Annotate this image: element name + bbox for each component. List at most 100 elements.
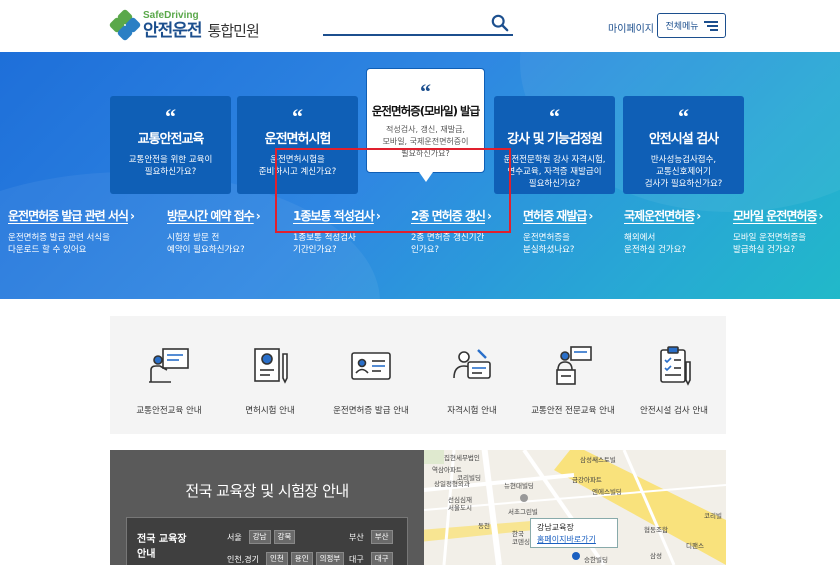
quote-icon: “ xyxy=(678,104,689,129)
highlight-box xyxy=(275,148,511,233)
region-chip[interactable]: 인천 xyxy=(265,552,288,565)
all-menu-button[interactable]: 전체메뉴 xyxy=(657,13,726,38)
site-logo[interactable]: SafeDriving 안전운전 통합민원 xyxy=(108,8,260,42)
card-title: 강사 및 기능검정원 xyxy=(507,132,603,147)
map-label: 코리빌 xyxy=(704,512,722,520)
map-popup-title: 강남교육장 xyxy=(537,523,574,532)
card-desc: 교통안전을 위한 교육이 필요하신가요? xyxy=(128,155,213,177)
map-label: 디팬스 xyxy=(686,542,704,550)
region-chip[interactable]: 용인 xyxy=(290,552,313,565)
service-label: 운전면허증 발급 안내 xyxy=(333,406,409,416)
map-popup: 강남교육장 홈페이지바로가기 xyxy=(530,518,618,548)
service-license-exam[interactable]: 면허시험 안내 xyxy=(220,344,320,416)
service-label: 자격시험 안내 xyxy=(447,406,497,416)
mypage-link[interactable]: 마이페이지 xyxy=(608,20,654,35)
card-traffic-education[interactable]: “ 교통안전교육 교통안전을 위한 교육이 필요하신가요? xyxy=(110,96,231,194)
map-label: 삼성 xyxy=(650,552,662,560)
guide-title: 전국 교육장 및 시험장 안내 xyxy=(185,482,349,500)
region-name: 서울 xyxy=(227,532,242,542)
exam-paper-icon xyxy=(254,348,288,384)
homepage-link[interactable]: 홈페이지바로가기 xyxy=(537,534,611,546)
map-label: 집현세무법인 xyxy=(444,454,480,462)
sub-link-visit-reservation[interactable]: 방문시간 예약 접수 시험장 방문 전 예약이 필요하신가요? xyxy=(167,207,260,256)
sub-link-desc: 해외에서 운전하실 건가요? xyxy=(624,233,686,255)
sub-link-desc: 시험장 방문 전 예약이 필요하신가요? xyxy=(167,233,245,255)
sub-link-reissue[interactable]: 면허증 재발급 운전면허증을 분실하셨나요? xyxy=(523,207,592,256)
map-label: 엔에스빌딩 xyxy=(592,488,622,496)
service-professional-education[interactable]: 교통안전 전문교육 안내 xyxy=(523,344,623,416)
region-name: 인천,경기 xyxy=(227,554,259,564)
sub-link-desc: 운전면허증 발급 관련 서식을 다운로드 할 수 있어요 xyxy=(8,233,110,255)
map-label: 승한빌딩 xyxy=(584,556,608,564)
sub-link-forms[interactable]: 운전면허증 발급 관련 서식 운전면허증 발급 관련 서식을 다운로드 할 수 … xyxy=(8,207,134,256)
search-bar xyxy=(323,12,513,36)
sub-link-title: 모바일 운전면허증 xyxy=(733,207,822,224)
region-busan: 부산 부산 xyxy=(349,530,393,544)
sub-link-title: 방문시간 예약 접수 xyxy=(167,207,260,224)
card-instructor-examiner[interactable]: “ 강사 및 기능검정원 운전전문학원 강사 자격시험, 연수교육, 자격증 재… xyxy=(494,96,615,194)
service-shortcuts: 교통안전교육 안내 면허시험 안내 운전면허증 발급 안내 자격시험 안내 교통… xyxy=(110,316,726,434)
training-center-guide: 전국 교육장 및 시험장 안내 전국 교육장 안내 서울 강남 강북 부산 부산… xyxy=(110,450,424,565)
logo-english-text: SafeDriving xyxy=(143,9,199,21)
card-title: 운전면허증(모바일) 발급 xyxy=(371,104,480,118)
license-card-icon xyxy=(351,352,391,380)
map-label: 동천 xyxy=(478,522,490,530)
map-label: 삼성쌔스토빌 xyxy=(580,456,616,464)
all-menu-label: 전체메뉴 xyxy=(665,22,699,32)
card-title: 운전면허시험 xyxy=(264,132,332,147)
service-label: 안전시설 검사 안내 xyxy=(640,406,708,416)
hamburger-icon xyxy=(703,20,718,31)
location-map[interactable]: 집현세무법인 삼성쌔스토빌 역삼아파트 코리빌딩 뉴현대빌딩 금강아파트 엔에스… xyxy=(424,450,726,565)
region-daegu: 대구 대구 xyxy=(349,552,393,565)
quote-icon: “ xyxy=(549,104,560,129)
logo-korean-text: 안전운전 xyxy=(143,20,203,41)
card-safety-facility[interactable]: “ 안전시설 검사 반사성능검사접수, 교통신호제어기 검사가 필요하신가요? xyxy=(623,96,744,194)
sub-link-desc: 모바일 운전면허증을 발급하실 건가요? xyxy=(733,233,807,255)
card-title: 안전시설 검사 xyxy=(648,132,719,147)
teacher-board-icon xyxy=(149,348,189,383)
map-marker[interactable] xyxy=(572,552,580,560)
region-incheon-gyeonggi: 인천,경기 인천 용인 의정부 xyxy=(227,552,345,565)
search-input[interactable] xyxy=(323,12,483,35)
map-label: 뉴현대빌딩 xyxy=(504,482,534,490)
card-title: 교통안전교육 xyxy=(137,132,205,147)
sub-link-title: 면허증 재발급 xyxy=(523,207,592,224)
region-chip[interactable]: 강북 xyxy=(273,530,296,544)
service-license-issue[interactable]: 운전면허증 발급 안내 xyxy=(321,344,421,416)
map-label: 서울도시 xyxy=(448,504,472,512)
region-selector: 전국 교육장 안내 서울 강남 강북 부산 부산 인천,경기 인천 용인 의정부… xyxy=(126,517,408,565)
map-label: 상일정형외과 xyxy=(434,480,470,488)
header: SafeDriving 안전운전 통합민원 마이페이지 전체메뉴 xyxy=(0,0,840,52)
service-label: 교통안전교육 안내 xyxy=(136,406,202,416)
region-chip[interactable]: 대구 xyxy=(370,552,393,565)
sub-link-desc: 1종보통 적성검사 기간인가요? xyxy=(293,233,356,255)
sub-link-desc: 2종 면허증 갱신기간 인가요? xyxy=(411,233,485,255)
logo-subtitle: 통합민원 xyxy=(207,21,260,40)
service-label: 면허시험 안내 xyxy=(245,406,295,416)
service-qualification-exam[interactable]: 자격시험 안내 xyxy=(422,344,522,416)
region-chip[interactable]: 강남 xyxy=(248,530,271,544)
sub-link-international-license[interactable]: 국제운전면허증 해외에서 운전하실 건가요? xyxy=(624,207,700,256)
service-safety-facility-inspection[interactable]: 안전시설 검사 안내 xyxy=(624,344,724,416)
service-traffic-education[interactable]: 교통안전교육 안내 xyxy=(119,344,219,416)
quote-icon: “ xyxy=(165,104,176,129)
quote-icon: “ xyxy=(292,104,303,129)
card-desc: 반사성능검사접수, 교통신호제어기 검사가 필요하신가요? xyxy=(644,155,723,189)
region-chip[interactable]: 부산 xyxy=(370,530,393,544)
sub-link-title: 운전면허증 발급 관련 서식 xyxy=(8,207,134,224)
region-selector-title: 전국 교육장 안내 xyxy=(137,534,187,560)
lecturer-podium-icon xyxy=(556,346,592,385)
search-icon[interactable] xyxy=(491,14,509,32)
service-label: 교통안전 전문교육 안내 xyxy=(531,406,615,416)
card-desc: 운전전문학원 강사 자격시험, 연수교육, 자격증 재발급이 필요하신가요? xyxy=(503,155,606,189)
region-name: 대구 xyxy=(349,554,364,564)
sub-link-mobile-license[interactable]: 모바일 운전면허증 모바일 운전면허증을 발급하실 건가요? xyxy=(733,207,822,256)
quote-icon: “ xyxy=(420,79,431,104)
map-label: 금강아파트 xyxy=(572,476,602,484)
map-label: 서초그린빌 xyxy=(508,508,538,516)
region-name: 부산 xyxy=(349,532,364,542)
region-chip[interactable]: 의정부 xyxy=(315,552,345,565)
map-label: 협동조합 xyxy=(644,526,668,534)
map-marker xyxy=(520,494,528,502)
region-seoul: 서울 강남 강북 xyxy=(227,530,296,544)
